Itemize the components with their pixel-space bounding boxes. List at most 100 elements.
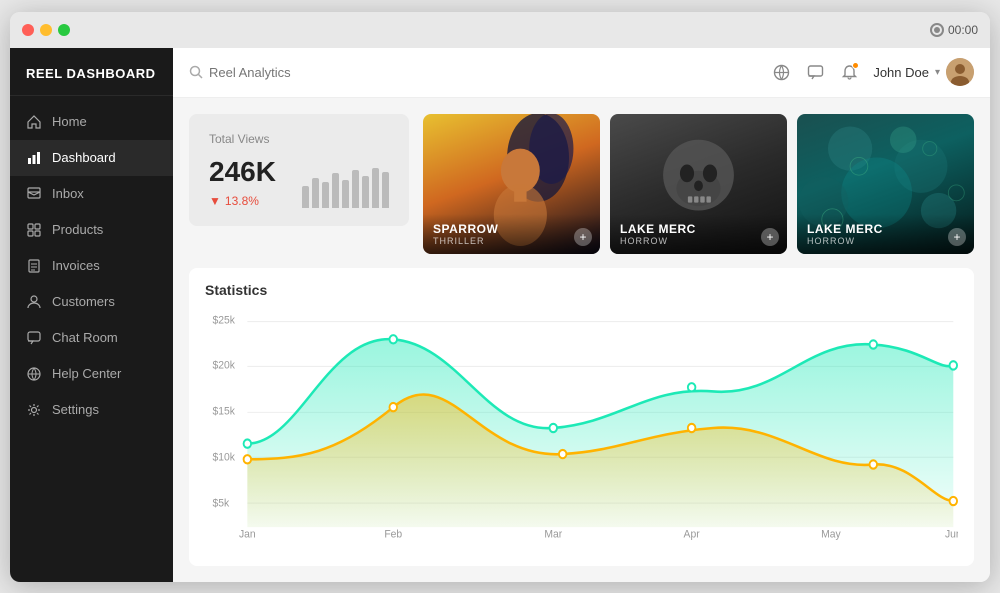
user-menu[interactable]: John Doe ▾ <box>873 58 974 86</box>
username: John Doe <box>873 65 929 80</box>
user-icon <box>26 294 42 310</box>
timer-value: 00:00 <box>948 23 978 37</box>
orange-dot-jun <box>950 496 958 504</box>
stats-change: ▼ 13.8% <box>209 194 276 208</box>
sidebar-item-inbox[interactable]: Inbox <box>10 176 173 212</box>
avatar <box>946 58 974 86</box>
teal-dot-apr <box>688 383 696 391</box>
sidebar-item-helpcenter[interactable]: Help Center <box>10 356 173 392</box>
topbar-actions: John Doe ▾ <box>771 58 974 86</box>
search-area <box>189 65 761 80</box>
x-label-jun: Jun <box>945 528 958 541</box>
content-area: John Doe ▾ <box>173 48 990 582</box>
movie-title-sparrow: SPARROW <box>433 222 590 236</box>
teal-dot-mar <box>549 423 557 431</box>
teal-dot-may <box>870 340 878 348</box>
stats-mini-chart <box>302 168 389 208</box>
movie-cards-container: SPARROW THRILLER + <box>423 114 974 254</box>
main-area: REEL DASHBOARD Home <box>10 48 990 582</box>
movie-title-lakemerc1: LAKE MERC <box>620 222 777 236</box>
sidebar: REEL DASHBOARD Home <box>10 48 173 582</box>
chat-topbar-icon[interactable] <box>805 62 825 82</box>
movie-add-button-lakemerc1[interactable]: + <box>761 228 779 246</box>
nav-label-products: Products <box>52 222 103 237</box>
nav-label-invoices: Invoices <box>52 258 100 273</box>
chart-container: $25k $20k $15k $10k $5k <box>205 308 958 548</box>
svg-text:$20k: $20k <box>213 359 236 372</box>
movie-card-lakemerc1[interactable]: LAKE MERC HORROW + <box>610 114 787 254</box>
gear-icon <box>26 402 42 418</box>
statistics-section: Statistics $25k $20k $15k $10k $5k <box>189 268 974 566</box>
movie-genre-lakemerc1: HORROW <box>620 236 777 246</box>
top-row: Total Views 246K ▼ 13.8% <box>189 114 974 254</box>
stats-value: 246K <box>209 156 276 188</box>
nav-label-home: Home <box>52 114 87 129</box>
movie-add-button-sparrow[interactable]: + <box>574 228 592 246</box>
nav-label-chatroom: Chat Room <box>52 330 118 345</box>
movie-title-lakemerc2: LAKE MERC <box>807 222 964 236</box>
orange-dot-feb <box>389 402 397 410</box>
movie-card-lakemerc2[interactable]: LAKE MERC HORROW + <box>797 114 974 254</box>
topbar: John Doe ▾ <box>173 48 990 98</box>
sidebar-item-home[interactable]: Home <box>10 104 173 140</box>
svg-text:$25k: $25k <box>213 314 236 327</box>
file-icon <box>26 258 42 274</box>
maximize-button[interactable] <box>58 24 70 36</box>
sidebar-item-customers[interactable]: Customers <box>10 284 173 320</box>
sidebar-item-products[interactable]: Products <box>10 212 173 248</box>
sidebar-item-dashboard[interactable]: Dashboard <box>10 140 173 176</box>
close-button[interactable] <box>22 24 34 36</box>
app-window: 00:00 REEL DASHBOARD Home <box>10 12 990 582</box>
statistics-chart: $25k $20k $15k $10k $5k <box>205 308 958 548</box>
stats-card: Total Views 246K ▼ 13.8% <box>189 114 409 226</box>
chat-icon <box>26 330 42 346</box>
movie-genre-sparrow: THRILLER <box>433 236 590 246</box>
notification-icon[interactable] <box>839 62 859 82</box>
movie-add-button-lakemerc2[interactable]: + <box>948 228 966 246</box>
traffic-lights <box>22 24 70 36</box>
teal-dot-jan <box>244 439 252 447</box>
x-label-may: May <box>821 528 841 541</box>
x-label-mar: Mar <box>544 528 562 541</box>
orange-dot-mar <box>559 449 567 457</box>
bar-chart-icon <box>26 150 42 166</box>
sidebar-title: REEL DASHBOARD <box>10 48 173 96</box>
nav-label-helpcenter: Help Center <box>52 366 121 381</box>
teal-dot-feb <box>389 335 397 343</box>
globe-icon <box>26 366 42 382</box>
stats-label: Total Views <box>209 132 389 146</box>
timer-display: 00:00 <box>930 23 978 37</box>
orange-dot-apr <box>688 423 696 431</box>
x-label-jan: Jan <box>239 528 256 541</box>
orange-dot-jan <box>244 455 252 463</box>
orange-dot-may <box>870 460 878 468</box>
minimize-button[interactable] <box>40 24 52 36</box>
svg-text:$10k: $10k <box>213 450 236 463</box>
sidebar-item-chatroom[interactable]: Chat Room <box>10 320 173 356</box>
nav-label-settings: Settings <box>52 402 99 417</box>
record-icon <box>930 23 944 37</box>
svg-text:$15k: $15k <box>213 404 236 417</box>
sidebar-item-invoices[interactable]: Invoices <box>10 248 173 284</box>
teal-dot-jun <box>950 361 958 369</box>
x-label-feb: Feb <box>384 528 402 541</box>
titlebar: 00:00 <box>10 12 990 48</box>
x-label-apr: Apr <box>684 528 700 541</box>
user-caret-icon: ▾ <box>935 67 940 78</box>
globe-topbar-icon[interactable] <box>771 62 791 82</box>
movie-genre-lakemerc2: HORROW <box>807 236 964 246</box>
notification-badge <box>852 62 859 69</box>
nav-label-inbox: Inbox <box>52 186 84 201</box>
sidebar-item-settings[interactable]: Settings <box>10 392 173 428</box>
inbox-icon <box>26 186 42 202</box>
grid-icon <box>26 222 42 238</box>
stats-change-value: 13.8% <box>225 194 259 208</box>
statistics-title: Statistics <box>205 282 958 298</box>
svg-text:$5k: $5k <box>213 496 230 509</box>
nav-label-customers: Customers <box>52 294 115 309</box>
sidebar-nav: Home Dashboard <box>10 96 173 582</box>
movie-card-sparrow[interactable]: SPARROW THRILLER + <box>423 114 600 254</box>
search-icon <box>189 65 203 79</box>
search-input[interactable] <box>209 65 409 80</box>
nav-label-dashboard: Dashboard <box>52 150 116 165</box>
